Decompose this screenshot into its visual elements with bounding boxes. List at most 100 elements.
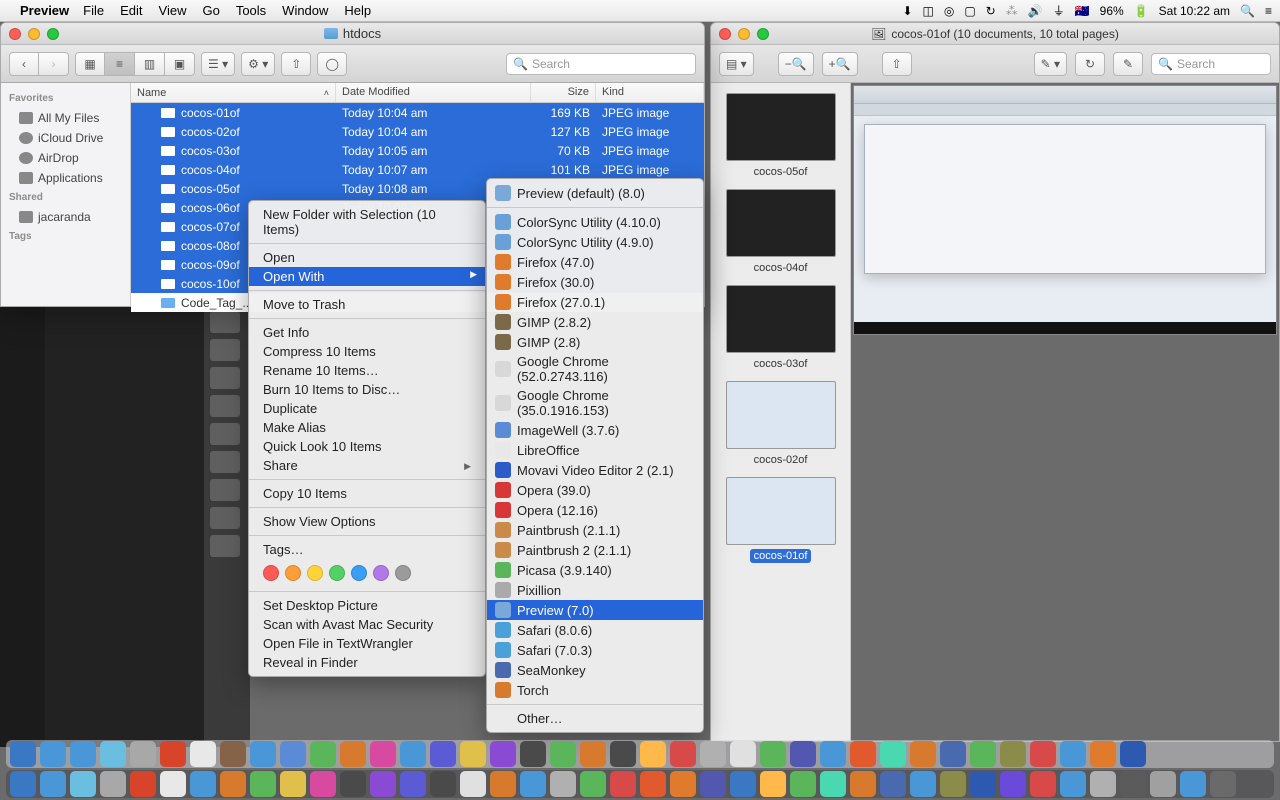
dock-app[interactable] [10, 771, 36, 797]
sm-app[interactable]: ColorSync Utility (4.10.0) [487, 212, 703, 232]
dock-app[interactable] [460, 771, 486, 797]
app-name[interactable]: Preview [20, 3, 69, 18]
dropbox-icon[interactable]: ◫ [923, 4, 934, 18]
highlight-btn[interactable]: ✎ ▾ [1034, 52, 1067, 76]
ctx-desktoppic[interactable]: Set Desktop Picture [249, 596, 485, 615]
thumbnail[interactable]: cocos-03of [725, 285, 837, 371]
dock-app[interactable] [910, 741, 936, 767]
file-row[interactable]: cocos-02ofToday 10:04 am127 KBJPEG image [131, 122, 704, 141]
dock-app[interactable] [730, 741, 756, 767]
dock-app[interactable] [250, 771, 276, 797]
ctx-copy[interactable]: Copy 10 Items [249, 484, 485, 503]
sm-app[interactable]: Firefox (30.0) [487, 272, 703, 292]
dock-app[interactable] [190, 741, 216, 767]
ctx-open[interactable]: Open [249, 248, 485, 267]
dock-app[interactable] [130, 741, 156, 767]
sidebar-toggle[interactable]: ▤ ▾ [719, 52, 754, 76]
ctx-tags[interactable]: Tags… [249, 540, 485, 559]
sidebar-item-icloud[interactable]: iCloud Drive [1, 128, 130, 148]
sidebar-item-shared[interactable]: jacaranda [1, 207, 130, 227]
share-button[interactable]: ⇧ [281, 52, 311, 76]
finder-titlebar[interactable]: htdocs [1, 23, 704, 45]
thumbnail[interactable]: cocos-02of [725, 381, 837, 467]
file-row[interactable]: cocos-01ofToday 10:04 am169 KBJPEG image [131, 103, 704, 122]
sm-app[interactable]: GIMP (2.8) [487, 332, 703, 352]
sm-app[interactable]: Preview (7.0) [487, 600, 703, 620]
sm-app[interactable]: Movavi Video Editor 2 (2.1) [487, 460, 703, 480]
ctx-duplicate[interactable]: Duplicate [249, 399, 485, 418]
dock-app[interactable] [880, 741, 906, 767]
dock-app[interactable] [130, 771, 156, 797]
sidebar-item-airdrop[interactable]: AirDrop [1, 148, 130, 168]
sm-app[interactable]: LibreOffice [487, 440, 703, 460]
sm-app[interactable]: SeaMonkey [487, 660, 703, 680]
dock-app[interactable] [1090, 771, 1116, 797]
column-view[interactable]: ▥ [135, 52, 165, 76]
notification-icon[interactable]: ≡ [1265, 4, 1272, 18]
dock-app[interactable] [550, 741, 576, 767]
finder-search[interactable]: 🔍Search [506, 53, 696, 75]
sm-app[interactable]: Opera (39.0) [487, 480, 703, 500]
ctx-burn[interactable]: Burn 10 Items to Disc… [249, 380, 485, 399]
sm-app[interactable]: Picasa (3.9.140) [487, 560, 703, 580]
sm-app[interactable]: Paintbrush 2 (2.1.1) [487, 540, 703, 560]
tags-button[interactable]: ◯ [317, 52, 347, 76]
back-button[interactable]: ‹ [9, 52, 39, 76]
dock-app[interactable] [730, 771, 756, 797]
sm-app[interactable]: Safari (8.0.6) [487, 620, 703, 640]
dock-app[interactable] [1090, 741, 1116, 767]
dock-app[interactable] [1030, 741, 1056, 767]
rotate-btn[interactable]: ↻ [1075, 52, 1105, 76]
ctx-compress[interactable]: Compress 10 Items [249, 342, 485, 361]
dock-app[interactable] [1000, 771, 1026, 797]
sm-app[interactable]: Torch [487, 680, 703, 700]
dock-app[interactable] [670, 771, 696, 797]
dock-app[interactable] [970, 741, 996, 767]
coverflow-view[interactable]: ▣ [165, 52, 195, 76]
zoom-button[interactable] [47, 28, 59, 40]
sm-app[interactable]: GIMP (2.8.2) [487, 312, 703, 332]
sm-app[interactable]: ColorSync Utility (4.9.0) [487, 232, 703, 252]
minimize-button[interactable] [28, 28, 40, 40]
dock-app[interactable] [340, 771, 366, 797]
dock-app[interactable] [940, 771, 966, 797]
file-row[interactable]: cocos-04ofToday 10:07 am101 KBJPEG image [131, 160, 704, 179]
col-size[interactable]: Size [531, 83, 596, 102]
sm-app[interactable]: Paintbrush (2.1.1) [487, 520, 703, 540]
sm-app[interactable]: Firefox (27.0.1) [487, 292, 703, 312]
ctx-openwith[interactable]: Open With [249, 267, 485, 286]
dock-app[interactable] [70, 771, 96, 797]
view-menu[interactable]: View [159, 3, 187, 18]
dock-app[interactable] [340, 741, 366, 767]
sidebar-item-allfiles[interactable]: All My Files [1, 108, 130, 128]
dock-app[interactable] [760, 741, 786, 767]
dock-app[interactable] [520, 741, 546, 767]
ctx-getinfo[interactable]: Get Info [249, 323, 485, 342]
ctx-rename[interactable]: Rename 10 Items… [249, 361, 485, 380]
sm-app[interactable]: Firefox (47.0) [487, 252, 703, 272]
preview-search[interactable]: 🔍Search [1151, 53, 1271, 75]
dock-app[interactable] [610, 741, 636, 767]
dock-app[interactable] [430, 741, 456, 767]
dock-app[interactable] [1120, 741, 1146, 767]
dock-app[interactable] [820, 741, 846, 767]
sm-app[interactable]: Safari (7.0.3) [487, 640, 703, 660]
dock-app[interactable] [370, 771, 396, 797]
dock-app[interactable] [1180, 771, 1206, 797]
dock-app[interactable] [280, 771, 306, 797]
dock-app[interactable] [940, 741, 966, 767]
go-menu[interactable]: Go [202, 3, 219, 18]
col-date[interactable]: Date Modified [336, 83, 531, 102]
sm-app[interactable]: ImageWell (3.7.6) [487, 420, 703, 440]
action-button[interactable]: ⚙ ▾ [241, 52, 275, 76]
dock-app[interactable] [1000, 741, 1026, 767]
dock-app[interactable] [1060, 741, 1086, 767]
dock-app[interactable] [100, 741, 126, 767]
dock-app[interactable] [280, 741, 306, 767]
dock-app[interactable] [1210, 771, 1236, 797]
dock-app[interactable] [1150, 771, 1176, 797]
dock-app[interactable] [100, 771, 126, 797]
ctx-reveal[interactable]: Reveal in Finder [249, 653, 485, 672]
dock-app[interactable] [550, 771, 576, 797]
dock-app[interactable] [400, 771, 426, 797]
